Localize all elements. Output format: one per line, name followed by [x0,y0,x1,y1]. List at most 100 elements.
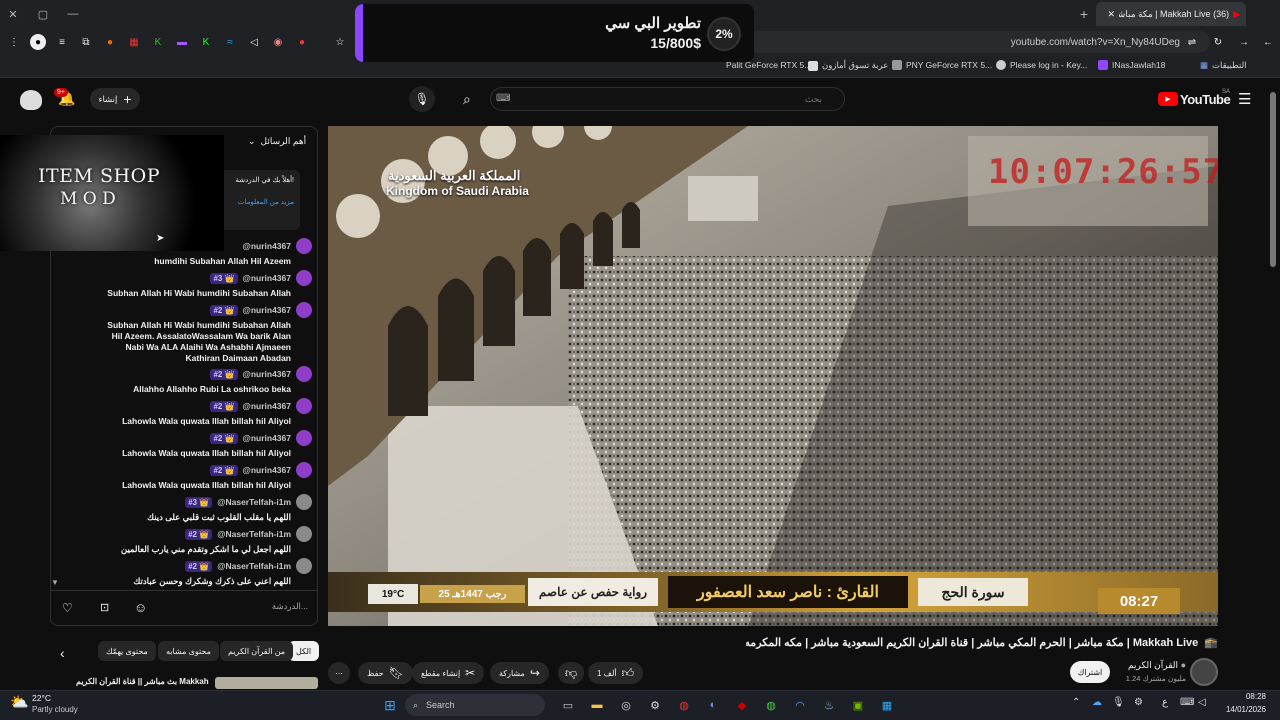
more-actions-button[interactable]: ⋯ [328,662,350,684]
chat-avatar[interactable] [296,238,312,254]
chat-avatar[interactable] [296,398,312,414]
extension-k-icon[interactable]: K [198,34,214,50]
extension-wave-icon[interactable]: ≈ [222,34,238,50]
chrome-alt-icon[interactable]: ◍ [761,695,781,715]
obs-icon[interactable]: ◎ [616,695,636,715]
chat-avatar[interactable] [296,430,312,446]
subscribe-button[interactable]: اشتراك [1070,661,1110,683]
taskbar-search[interactable]: ⌕ Search [405,694,545,716]
chat-username[interactable]: @NaserTelfah-i1m [217,561,291,572]
maximize-window-icon[interactable]: ▢ [30,1,56,27]
chat-avatar[interactable] [296,302,312,318]
clock-date[interactable]: 14/01/2026 [1214,705,1266,714]
emoji-icon[interactable]: ☺ [134,600,147,615]
chat-message[interactable]: #3 👑 @NaserTelfah-i1m اللهم يا مقلب القلوب… [62,494,312,524]
bookmark-star-icon[interactable]: ☆ [332,34,348,50]
forward-icon[interactable]: → [1236,34,1252,50]
discord-icon[interactable]: ◐ [703,695,723,715]
channel-avatar[interactable] [1190,658,1218,686]
menu-dots-icon[interactable]: ⋮ [6,34,22,50]
bookmark-pny[interactable]: PNY GeForce RTX 5... [892,60,992,70]
blue-app-icon[interactable]: ▦ [877,695,897,715]
voice-search-icon[interactable]: 🎙 [409,86,435,112]
bookmark-amazon[interactable]: عربة تسوق أمازون [808,60,888,71]
heart-icon[interactable]: ♡ [62,601,73,615]
chat-avatar[interactable] [296,494,312,510]
clip-button[interactable]: إنشاء مقطع ✂ [412,662,485,684]
chat-message[interactable]: #2 👑 @nurin4367 Lahowla Wala quwata Illah … [62,462,312,492]
close-window-icon[interactable]: ✕ [0,1,26,27]
chat-avatar[interactable] [296,526,312,542]
chat-username[interactable]: @nurin4367 [243,401,291,412]
site-settings-icon[interactable]: ⇌ [1184,34,1200,50]
chat-username[interactable]: @NaserTelfah-i1m [217,497,291,508]
new-tab-icon[interactable]: + [1071,1,1097,27]
extensions-puzzle-icon[interactable]: ⧉ [78,34,94,50]
chat-message[interactable]: #2 👑 @NaserTelfah-i1m اللهم اعني على ذكرك … [62,558,312,588]
keyboard-icon[interactable]: ⌨ [496,93,510,104]
chat-message[interactable]: #2 👑 @nurin4367 Allahho Allahho Rubi La os… [62,366,312,396]
network-icon[interactable]: ⌨ [1180,697,1194,708]
extension-circle-icon[interactable]: ◉ [270,34,286,50]
extension-grid-icon[interactable]: ▦ [126,34,142,50]
chat-avatar[interactable] [296,270,312,286]
page-scrollbar[interactable] [1270,92,1276,267]
edge-icon[interactable]: ◠ [790,695,810,715]
youtube-logo-icon[interactable]: ▶ [1158,92,1178,106]
weather-icon[interactable]: ⛅ [10,693,29,711]
channel-name[interactable]: القرآن الكريم ● [1110,660,1186,671]
chat-message[interactable]: #3 👑 @nurin4367 Subhan Allah Hi Wabi humdi… [62,270,312,300]
extension-kick-icon[interactable]: K [150,34,166,50]
tray-settings-icon[interactable]: ⚙ [1134,697,1143,708]
chip-quran[interactable]: من القرآن الكريم [220,641,294,661]
settings-gear-icon[interactable]: ⚙ [645,695,665,715]
file-explorer-icon[interactable]: ▬ [587,695,607,715]
chat-username[interactable]: @nurin4367 [243,369,291,380]
reload-icon[interactable]: ↻ [1210,34,1226,50]
chat-username[interactable]: @nurin4367 [243,305,291,316]
red-app-icon[interactable]: ◆ [732,695,752,715]
minimize-window-icon[interactable]: — [60,1,86,27]
share-button[interactable]: مشاركة ↪ [490,662,549,684]
recommended-video[interactable]: بث مباشر || قناة القرآن الكريم Makkah [76,677,318,689]
speaker-icon[interactable]: ◁ [246,34,262,50]
chat-avatar[interactable] [296,366,312,382]
bookmark-inasjawlah[interactable]: INasJawlah18 [1098,60,1165,70]
chat-message[interactable]: #2 👑 @nurin4367 Lahowla Wala quwata Illah … [62,430,312,460]
windows-start-icon[interactable]: ⊞ [380,695,400,715]
search-input[interactable]: بحث [490,87,845,111]
extension-twitch-icon[interactable]: ▬ [174,34,190,50]
create-button[interactable]: إنشاء + [90,88,140,110]
extension-list-icon[interactable]: ≡ [54,34,70,50]
volume-icon[interactable]: ◁ [1198,697,1206,708]
chat-message[interactable]: #2 👑 @NaserTelfah-i1m اللهم اجعل لي ما اشك… [62,526,312,556]
input-language[interactable]: ع [1162,697,1168,708]
account-avatar[interactable] [20,90,42,110]
chat-username[interactable]: @NaserTelfah-i1m [217,529,291,540]
chat-username[interactable]: @nurin4367 [243,465,291,476]
chat-mode-selector[interactable]: ⌄ أهم الرسائل [248,136,306,147]
search-icon[interactable]: ⌕ [463,91,471,108]
chat-avatar[interactable] [296,462,312,478]
like-button[interactable]: 1 ألف 👍︎ [588,662,644,684]
chat-message[interactable]: #2 👑 @nurin4367 Subhan Allah Hi Wabi humdi… [62,302,312,364]
super-chat-icon[interactable]: ⊡ [100,601,109,614]
extension-red-icon[interactable]: ● [294,34,310,50]
chat-message[interactable]: @nurin4367 humdihi Subahan Allah Hil Azee… [62,238,312,268]
nvidia-icon[interactable]: ▣ [848,695,868,715]
chips-prev-icon[interactable]: ‹ [60,645,65,661]
back-icon[interactable]: ← [1260,34,1276,50]
bookmark-apps[interactable]: ▦ التطبيقات [1200,60,1247,71]
chat-message[interactable]: #2 👑 @nurin4367 Lahowla Wala quwata Illah … [62,398,312,428]
scroll-down-icon[interactable]: ▼ [51,578,59,587]
tray-mic-icon[interactable]: 🎙︎ [1112,697,1125,708]
close-tab-icon[interactable]: ✕ [1108,9,1116,20]
video-player[interactable]: المملكة العربية السعودية Kingdom of Saud… [328,126,1218,626]
chat-input[interactable]: الدردشة... [200,601,308,612]
hamburger-menu-icon[interactable]: ☰ [1238,90,1251,108]
chat-username[interactable]: @nurin4367 [243,241,291,252]
dislike-button[interactable]: 👎︎ [558,662,585,684]
steam-icon[interactable]: ♨ [819,695,839,715]
chip-similar[interactable]: محتوى مشابه [158,641,219,661]
save-button[interactable]: حفظ 🔖︎ [358,662,413,684]
